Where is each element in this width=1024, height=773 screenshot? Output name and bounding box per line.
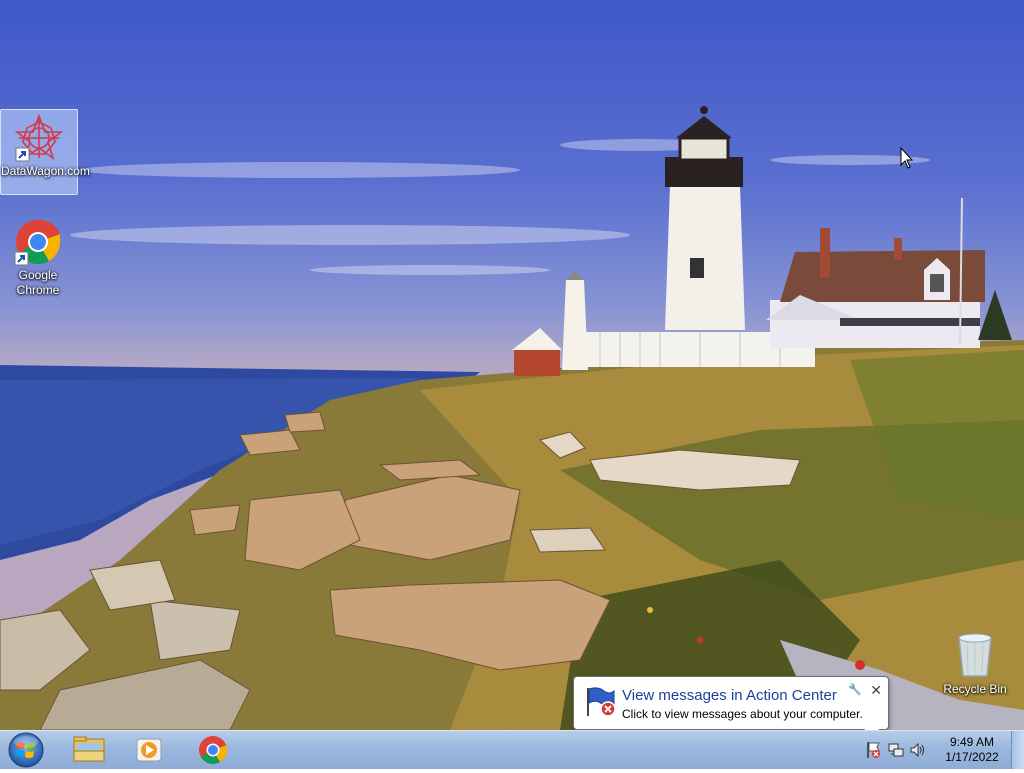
volume-icon[interactable] — [910, 742, 926, 763]
desktop-icon-label: DataWagon.com — [1, 164, 90, 178]
clock-date: 1/17/2022 — [945, 750, 999, 764]
chrome-icon — [199, 736, 227, 764]
taskbar-google-chrome[interactable] — [186, 733, 240, 767]
close-icon[interactable]: ✕ — [870, 683, 882, 697]
wallpaper-scene — [0, 106, 1024, 730]
clock-time: 9:49 AM — [949, 735, 995, 749]
windows-explorer-icon — [73, 736, 105, 762]
taskbar: 9:49 AM 1/17/2022 — [0, 730, 1024, 769]
windows-logo-icon — [8, 732, 44, 768]
settings-wrench-icon[interactable]: 🔧 — [848, 684, 862, 696]
network-icon[interactable] — [888, 742, 904, 763]
chrome-icon — [14, 218, 62, 266]
notification-text: Click to view messages about your comput… — [622, 707, 863, 721]
taskbar-windows-explorer[interactable] — [62, 733, 116, 767]
notification-title[interactable]: View messages in Action Center — [622, 687, 837, 704]
desktop-icon-label: Recycle Bin — [943, 682, 1007, 696]
action-center-tray-icon[interactable] — [866, 741, 882, 764]
start-button[interactable] — [6, 732, 46, 768]
desktop-icon-label: Google Chrome — [16, 268, 60, 297]
desktop-wallpaper — [0, 0, 1024, 730]
datawagon-logo-icon — [14, 113, 64, 162]
show-desktop-button[interactable] — [1011, 731, 1024, 769]
action-center-flag-icon — [584, 686, 618, 718]
desktop-icon-recycle-bin[interactable]: Recycle Bin — [937, 628, 1013, 698]
desktop-icon-datawagon[interactable]: DataWagon.com — [0, 109, 90, 195]
action-center-notification[interactable]: View messages in Action Center Click to … — [573, 676, 889, 740]
recycle-bin-icon — [955, 632, 995, 680]
system-tray: 9:49 AM 1/17/2022 — [854, 731, 1024, 769]
media-player-icon — [136, 738, 162, 762]
desktop-icon-google-chrome[interactable]: Google Chrome — [0, 214, 76, 298]
taskbar-clock[interactable]: 9:49 AM 1/17/2022 — [936, 735, 1008, 765]
taskbar-media-player[interactable] — [122, 733, 176, 767]
